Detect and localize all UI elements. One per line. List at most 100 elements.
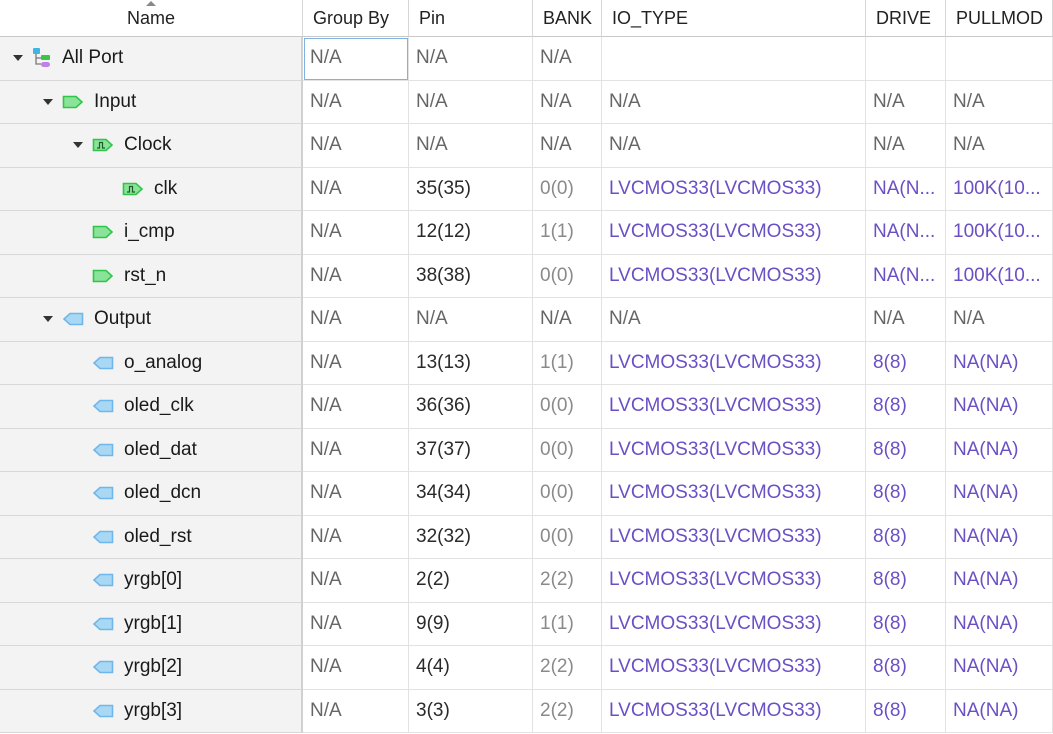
tree-port-row-name[interactable]: oled_clk (0, 385, 303, 429)
drive-cell[interactable]: 8(8) (866, 385, 946, 429)
bank-cell[interactable]: 2(2) (533, 689, 602, 733)
pin-cell[interactable]: N/A (409, 298, 533, 342)
column-header-drive[interactable]: DRIVE (866, 0, 946, 37)
bank-cell[interactable]: N/A (533, 80, 602, 124)
column-header-pin[interactable]: Pin (409, 0, 533, 37)
pin-cell[interactable]: 2(2) (409, 559, 533, 603)
drive-cell[interactable]: 8(8) (866, 689, 946, 733)
io-type-cell[interactable]: LVCMOS33(LVCMOS33) (602, 559, 866, 603)
pullmode-cell[interactable] (946, 37, 1053, 81)
pullmode-cell[interactable]: NA(NA) (946, 689, 1053, 733)
drive-cell[interactable]: 8(8) (866, 341, 946, 385)
pin-cell[interactable]: N/A (409, 124, 533, 168)
pin-cell[interactable]: 13(13) (409, 341, 533, 385)
pullmode-cell[interactable]: NA(NA) (946, 428, 1053, 472)
io-type-cell[interactable]: N/A (602, 80, 866, 124)
drive-cell[interactable]: N/A (866, 80, 946, 124)
column-header-group-by[interactable]: Group By (303, 0, 409, 37)
drive-cell[interactable]: NA(N... (866, 211, 946, 255)
io-type-cell[interactable]: LVCMOS33(LVCMOS33) (602, 211, 866, 255)
tree-port-row-name[interactable]: oled_rst (0, 515, 303, 559)
group-by-cell[interactable]: N/A (303, 298, 409, 342)
pullmode-cell[interactable]: N/A (946, 80, 1053, 124)
group-by-cell[interactable]: N/A (303, 646, 409, 690)
pullmode-cell[interactable]: 100K(10... (946, 254, 1053, 298)
io-type-cell[interactable]: LVCMOS33(LVCMOS33) (602, 646, 866, 690)
pin-cell[interactable]: 32(32) (409, 515, 533, 559)
pullmode-cell[interactable]: 100K(10... (946, 167, 1053, 211)
io-type-cell[interactable]: N/A (602, 124, 866, 168)
drive-cell[interactable]: 8(8) (866, 472, 946, 516)
pin-cell[interactable]: N/A (409, 80, 533, 124)
pullmode-cell[interactable]: N/A (946, 298, 1053, 342)
group-by-cell[interactable]: N/A (303, 428, 409, 472)
drive-cell[interactable]: 8(8) (866, 515, 946, 559)
column-header-name[interactable]: Name (0, 0, 303, 37)
column-header-io-type[interactable]: IO_TYPE (602, 0, 866, 37)
tree-port-row-name[interactable]: yrgb[2] (0, 646, 303, 690)
pin-cell[interactable]: 4(4) (409, 646, 533, 690)
pin-cell[interactable]: 37(37) (409, 428, 533, 472)
tree-port-row-name[interactable]: yrgb[3] (0, 689, 303, 733)
column-header-pullmode[interactable]: PULLMOD (946, 0, 1053, 37)
tree-port-row-name[interactable]: clk (0, 167, 303, 211)
tree-port-row-name[interactable]: o_analog (0, 341, 303, 385)
tree-port-row-name[interactable]: yrgb[0] (0, 559, 303, 603)
drive-cell[interactable]: N/A (866, 298, 946, 342)
io-type-cell[interactable]: LVCMOS33(LVCMOS33) (602, 689, 866, 733)
drive-cell[interactable]: 8(8) (866, 428, 946, 472)
bank-cell[interactable]: N/A (533, 124, 602, 168)
group-by-cell[interactable]: N/A (303, 385, 409, 429)
bank-cell[interactable]: 0(0) (533, 472, 602, 516)
pullmode-cell[interactable]: 100K(10... (946, 211, 1053, 255)
io-type-cell[interactable]: LVCMOS33(LVCMOS33) (602, 167, 866, 211)
io-type-cell[interactable]: LVCMOS33(LVCMOS33) (602, 254, 866, 298)
drive-cell[interactable]: 8(8) (866, 646, 946, 690)
bank-cell[interactable]: 0(0) (533, 428, 602, 472)
io-type-cell[interactable]: LVCMOS33(LVCMOS33) (602, 472, 866, 516)
tree-port-row-name[interactable]: yrgb[1] (0, 602, 303, 646)
tree-group-row-name[interactable]: All Port (0, 37, 303, 81)
bank-cell[interactable]: 0(0) (533, 385, 602, 429)
pin-cell[interactable]: 38(38) (409, 254, 533, 298)
io-type-cell[interactable]: N/A (602, 298, 866, 342)
tree-port-row-name[interactable]: oled_dat (0, 428, 303, 472)
group-by-cell[interactable]: N/A (303, 124, 409, 168)
io-type-cell[interactable]: LVCMOS33(LVCMOS33) (602, 602, 866, 646)
bank-cell[interactable]: N/A (533, 298, 602, 342)
io-type-cell[interactable] (602, 37, 866, 81)
pullmode-cell[interactable]: NA(NA) (946, 515, 1053, 559)
pullmode-cell[interactable]: NA(NA) (946, 472, 1053, 516)
pin-cell[interactable]: 35(35) (409, 167, 533, 211)
tree-group-row-name[interactable]: Output (0, 298, 303, 342)
group-by-cell[interactable]: N/A (303, 254, 409, 298)
pin-cell[interactable]: 9(9) (409, 602, 533, 646)
drive-cell[interactable]: 8(8) (866, 559, 946, 603)
tree-port-row-name[interactable]: rst_n (0, 254, 303, 298)
pin-cell[interactable]: 36(36) (409, 385, 533, 429)
group-by-cell[interactable]: N/A (303, 559, 409, 603)
expand-toggle-icon[interactable] (10, 50, 26, 66)
pin-cell[interactable]: 3(3) (409, 689, 533, 733)
expand-toggle-icon[interactable] (40, 94, 56, 110)
group-by-cell[interactable]: N/A (303, 689, 409, 733)
drive-cell[interactable]: NA(N... (866, 254, 946, 298)
io-type-cell[interactable]: LVCMOS33(LVCMOS33) (602, 341, 866, 385)
group-by-cell[interactable]: N/A (303, 515, 409, 559)
tree-port-row-name[interactable]: i_cmp (0, 211, 303, 255)
group-by-cell[interactable]: N/A (303, 211, 409, 255)
pullmode-cell[interactable]: N/A (946, 124, 1053, 168)
drive-cell[interactable]: 8(8) (866, 602, 946, 646)
drive-cell[interactable]: N/A (866, 124, 946, 168)
bank-cell[interactable]: 0(0) (533, 167, 602, 211)
bank-cell[interactable]: 2(2) (533, 646, 602, 690)
pin-cell[interactable]: 12(12) (409, 211, 533, 255)
bank-cell[interactable]: 1(1) (533, 341, 602, 385)
drive-cell[interactable]: NA(N... (866, 167, 946, 211)
pullmode-cell[interactable]: NA(NA) (946, 341, 1053, 385)
tree-group-row-name[interactable]: Clock (0, 124, 303, 168)
pin-cell[interactable]: 34(34) (409, 472, 533, 516)
group-by-cell[interactable]: N/A (303, 602, 409, 646)
column-header-bank[interactable]: BANK (533, 0, 602, 37)
io-type-cell[interactable]: LVCMOS33(LVCMOS33) (602, 385, 866, 429)
